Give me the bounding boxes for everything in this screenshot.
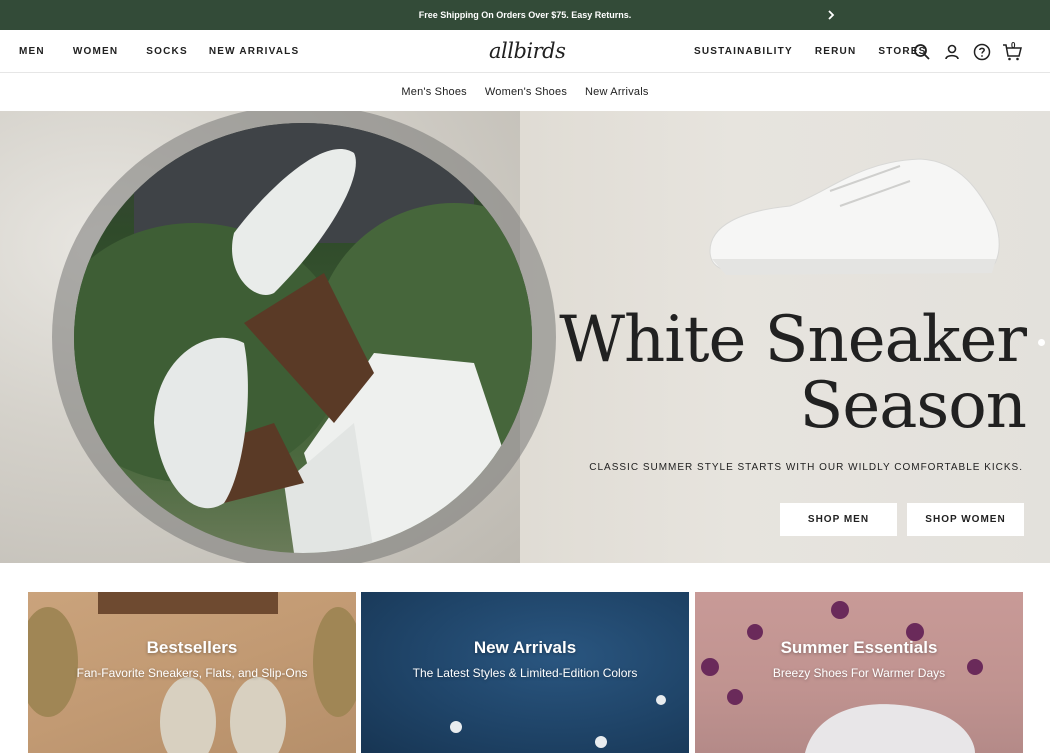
account-icon[interactable] <box>942 42 962 62</box>
header-icons: 0 <box>912 30 1032 73</box>
tile-new-arrivals-subtitle: The Latest Styles & Limited-Edition Colo… <box>412 666 638 680</box>
secondary-nav: SUSTAINABILITY RERUN STORES <box>694 30 949 73</box>
hero-photo <box>74 123 532 553</box>
tile-bestsellers-subtitle: Fan-Favorite Sneakers, Flats, and Slip-O… <box>76 666 308 680</box>
tile-summer-essentials-title: Summer Essentials <box>780 638 938 657</box>
tile-new-arrivals[interactable]: New Arrivals The Latest Styles & Limited… <box>361 592 689 753</box>
tile-bestsellers-title: Bestsellers <box>146 638 238 657</box>
shop-men-button[interactable]: SHOP MEN <box>780 503 897 536</box>
help-icon[interactable] <box>972 42 992 62</box>
nav-socks[interactable]: SOCKS <box>146 46 188 57</box>
nav-sustainability[interactable]: SUSTAINABILITY <box>694 46 793 57</box>
site-header: MEN WOMEN SOCKS NEW ARRIVALS allbirds SU… <box>0 30 1050 73</box>
carousel-dot[interactable] <box>1038 339 1045 346</box>
promo-bar: Free Shipping On Orders Over $75. Easy R… <box>0 0 1050 30</box>
shop-women-button[interactable]: SHOP WOMEN <box>907 503 1024 536</box>
search-icon[interactable] <box>912 42 932 62</box>
subnav-mens-shoes[interactable]: Men's Shoes <box>401 86 466 98</box>
nav-new-arrivals[interactable]: NEW ARRIVALS <box>209 46 300 57</box>
hero-headline: White Sneaker Season <box>559 303 1027 443</box>
nav-women[interactable]: WOMEN <box>73 46 118 57</box>
tile-summer-essentials-subtitle: Breezy Shoes For Warmer Days <box>772 666 946 680</box>
hero-tagline: CLASSIC SUMMER STYLE STARTS WITH OUR WIL… <box>589 462 1023 473</box>
nav-men[interactable]: MEN <box>19 46 45 57</box>
hero-sneaker-image <box>709 158 1000 275</box>
sub-nav: Men's Shoes Women's Shoes New Arrivals <box>0 73 1050 111</box>
promo-text: Free Shipping On Orders Over $75. Easy R… <box>418 10 632 20</box>
cart-count: 0 <box>1011 40 1016 50</box>
chevron-right-icon[interactable] <box>824 8 838 22</box>
nav-rerun[interactable]: RERUN <box>815 46 857 57</box>
tile-summer-essentials[interactable]: Summer Essentials Breezy Shoes For Warme… <box>695 592 1023 753</box>
subnav-womens-shoes[interactable]: Women's Shoes <box>485 86 567 98</box>
primary-nav: MEN WOMEN SOCKS NEW ARRIVALS <box>19 30 327 73</box>
logo[interactable]: allbirds <box>489 39 566 63</box>
tile-bestsellers[interactable]: Bestsellers Fan-Favorite Sneakers, Flats… <box>28 592 356 753</box>
subnav-new-arrivals[interactable]: New Arrivals <box>585 86 649 98</box>
hero-banner: White Sneaker Season CLASSIC SUMMER STYL… <box>0 111 1050 563</box>
hero-headline-line1: White Sneaker <box>559 303 1027 377</box>
tile-new-arrivals-title: New Arrivals <box>473 638 577 657</box>
cart-icon[interactable]: 0 <box>1002 40 1022 62</box>
hero-headline-line2: Season <box>799 369 1027 443</box>
